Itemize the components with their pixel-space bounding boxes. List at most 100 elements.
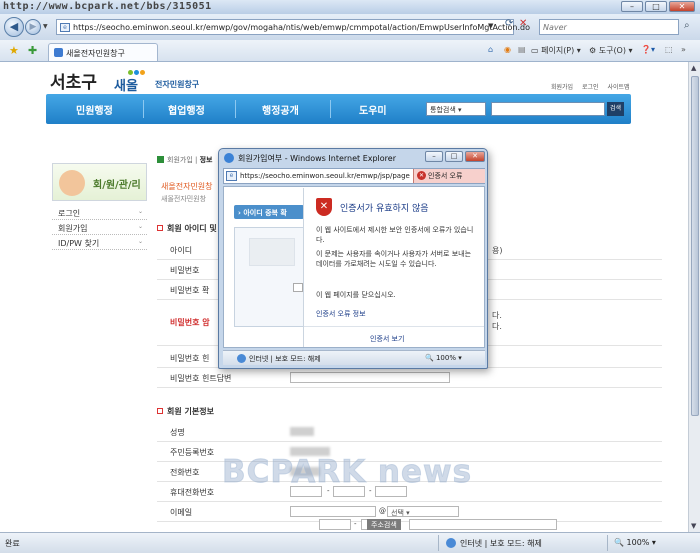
global-nav: 민원행정 협업행정 행정공개 도우미 통합검색 ▾ 검색: [46, 94, 631, 124]
sidebar-item-find-id[interactable]: ID/PW 찾기 ⌄: [52, 235, 147, 250]
cert-divider: [304, 326, 484, 327]
search-icon[interactable]: ⌕: [684, 20, 690, 31]
hint-answer-input[interactable]: [290, 372, 450, 383]
popup-window: 회원가입여부 - Windows Internet Explorer – □ ✕…: [218, 148, 488, 369]
gnb-item-civil[interactable]: 민원행정: [76, 102, 113, 117]
stop-icon[interactable]: ✕: [519, 18, 527, 29]
research-icon[interactable]: ⬚: [665, 45, 673, 54]
field-note: 용): [492, 246, 503, 255]
print-icon[interactable]: ▤: [518, 45, 526, 54]
popup-maximize-button[interactable]: □: [445, 151, 463, 162]
address-input[interactable]: [409, 519, 557, 530]
news-watermark: BCPARK news: [221, 454, 473, 491]
status-divider: [607, 535, 608, 551]
field-label: 성명: [170, 428, 185, 437]
popup-statusbar: 인터넷 | 보호 모드: 해제 🔍 100% ▾: [223, 350, 485, 365]
more-chevron-icon[interactable]: »: [681, 45, 686, 54]
field-label: 비밀번호 암: [170, 318, 210, 327]
logo-brand[interactable]: 새올: [114, 75, 138, 94]
search-scope-value: 통합검색: [430, 106, 456, 114]
logo-district[interactable]: 서초구: [50, 68, 97, 93]
sidebar-item-label: ID/PW 찾기: [58, 239, 100, 248]
status-divider: [438, 535, 439, 551]
tools-menu[interactable]: ⚙ 도구(O) ▾: [589, 45, 633, 56]
certificate-error-badge[interactable]: ✕ 인증서 오류: [413, 169, 485, 183]
gnb-divider: [143, 100, 144, 118]
address-dropdown-icon[interactable]: ▼: [488, 22, 493, 30]
cert-title: 인증서가 유효하지 않음: [340, 204, 429, 214]
popup-zoom-value: 100%: [435, 354, 456, 362]
vertical-scrollbar[interactable]: ▲ ▼: [688, 62, 700, 532]
zoom-control[interactable]: 🔍 100% ▾: [614, 538, 656, 547]
breadcrumb-home[interactable]: 회원가입: [167, 156, 193, 164]
field-note: 다.: [492, 311, 502, 320]
scroll-thumb[interactable]: [691, 76, 699, 416]
search-scope-select[interactable]: 통합검색 ▾: [426, 102, 486, 116]
id-check-panel: [234, 227, 304, 327]
back-button[interactable]: ◀: [4, 17, 24, 37]
cert-paragraph-1: 이 웹 사이트에서 제시한 보안 인증서에 오류가 있습니다.: [316, 226, 474, 244]
link-login[interactable]: 로그인: [582, 84, 599, 91]
close-button[interactable]: ✕: [669, 1, 695, 12]
tab-row: ★ ✚ 새올전자민원창구 ⌂ ◉ ▤ ▭ 페이지(P) ▾ ⚙ 도구(O) ▾ …: [0, 40, 700, 62]
favorites-star-icon[interactable]: ★: [9, 44, 19, 57]
site-search-input[interactable]: [491, 102, 605, 116]
tab-favicon: [54, 48, 63, 57]
popup-zone-text: 인터넷 | 보호 모드: 해제: [249, 355, 321, 363]
field-label: 휴대전화번호: [170, 488, 215, 497]
popup-address-field[interactable]: e https://seocho.eminwon.seoul.kr/emwp/j…: [223, 168, 485, 184]
popup-close-button[interactable]: ✕: [465, 151, 485, 162]
gnb-item-open[interactable]: 행정공개: [262, 102, 299, 117]
gnb-divider: [235, 100, 236, 118]
field-label: 주민등록번호: [170, 448, 215, 457]
popup-content: › 아이디 중복 확 ✕ 인증서가 유효하지 않음 이 웹 사이트에서 제시한 …: [223, 186, 485, 348]
recent-pages-dropdown-icon[interactable]: ▼: [43, 23, 48, 30]
page-menu[interactable]: ▭ 페이지(P) ▾: [531, 45, 581, 56]
gnb-divider: [330, 100, 331, 118]
form-row: - 주소검색: [157, 515, 662, 532]
gnb-item-help[interactable]: 도우미: [359, 102, 387, 117]
page-icon: e: [226, 171, 237, 181]
sidebar-item-signup[interactable]: 회원가입 ⌄: [52, 220, 147, 235]
error-shield-icon: ✕: [417, 171, 426, 180]
watermark-url: http://www.bcpark.net/bbs/315051: [3, 1, 212, 12]
id-check-box[interactable]: [293, 283, 303, 292]
link-sitemap[interactable]: 사이트맵: [608, 84, 630, 91]
sidebar-header: 회/원/관/리: [52, 163, 147, 201]
forward-button[interactable]: ▶: [25, 19, 41, 35]
address-search-button[interactable]: 주소검색: [367, 519, 401, 530]
tab-active[interactable]: 새올전자민원창구: [48, 43, 158, 61]
cert-error-info-link[interactable]: 인증서 오류 정보: [316, 309, 366, 319]
help-icon[interactable]: ❓▾: [641, 45, 655, 54]
maximize-button[interactable]: □: [645, 1, 667, 12]
popup-minimize-button[interactable]: –: [425, 151, 443, 162]
tools-menu-label: 도구(O): [598, 46, 626, 55]
popup-zoom-control[interactable]: 🔍 100% ▾: [425, 354, 462, 362]
scroll-up-icon[interactable]: ▲: [691, 64, 696, 72]
gnb-item-collab[interactable]: 협업행정: [168, 102, 205, 117]
minimize-button[interactable]: –: [621, 1, 643, 12]
home-icon[interactable]: ⌂: [488, 45, 493, 54]
field-label: 비밀번호 힌트답변: [170, 374, 232, 383]
chevron-down-icon: ⌄: [137, 223, 143, 230]
id-check-tab[interactable]: › 아이디 중복 확: [234, 205, 304, 219]
section-bullet-icon: [157, 408, 163, 414]
section-title-text: 회원 기본정보: [167, 407, 214, 416]
view-certificate-link[interactable]: 인증서 보기: [370, 334, 404, 344]
scroll-down-icon[interactable]: ▼: [691, 522, 696, 530]
section-bullet-icon: [157, 225, 163, 231]
feeds-icon[interactable]: ◉: [504, 45, 511, 54]
address-field[interactable]: e https://seocho.eminwon.seoul.kr/emwp/g…: [56, 19, 530, 35]
zip1-input[interactable]: [319, 519, 351, 530]
site-search-button[interactable]: 검색: [607, 102, 624, 116]
search-box[interactable]: [539, 19, 679, 35]
sidebar-item-login[interactable]: 로그인 ⌄: [52, 205, 147, 220]
add-favorites-icon[interactable]: ✚: [28, 44, 37, 57]
link-signup[interactable]: 회원가입: [551, 84, 573, 91]
zoom-value: 100%: [626, 538, 650, 547]
refresh-icon[interactable]: ⟳: [505, 18, 513, 29]
security-zone-text: 인터넷 | 보호 모드: 해제: [460, 539, 542, 548]
id-check-field: [249, 238, 295, 266]
search-input[interactable]: [543, 21, 661, 33]
cert-paragraph-2: 이 문제는 사용자를 속이거나 사용자가 서버로 보내는 데이터를 가로채려는 …: [316, 250, 472, 268]
